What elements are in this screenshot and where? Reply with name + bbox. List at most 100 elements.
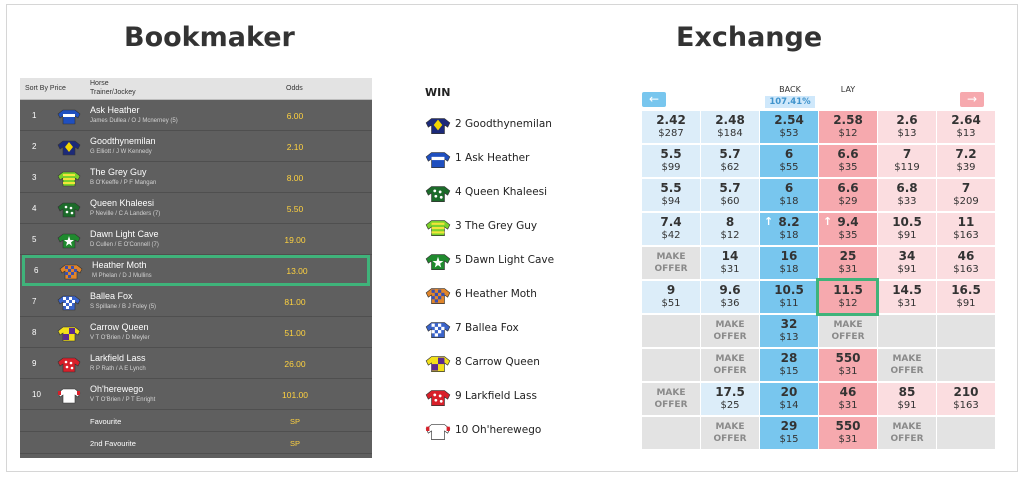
make-offer-cell[interactable]: MAKE OFFER [701, 349, 759, 381]
lay-price-cell[interactable]: 10.5 $91 [878, 213, 936, 245]
odds-button[interactable]: 19.00 [260, 235, 330, 245]
stake-amount: $31 [838, 366, 858, 377]
bookmaker-row[interactable]: 5 Dawn Light Cave D Cullen / E O'Connell (… [20, 224, 372, 255]
bookmaker-row[interactable]: 1 Ask Heather James Dullea / O J Mcnerney … [20, 100, 372, 131]
back-price-cell[interactable]: 5.5 $99 [642, 145, 700, 177]
make-offer-cell[interactable]: MAKE OFFER [878, 349, 936, 381]
odds-button[interactable]: 8.00 [260, 173, 330, 183]
price: 11 [957, 215, 975, 229]
back-price-cell[interactable]: 6 $55 [760, 145, 818, 177]
back-price-cell[interactable]: 32 $13 [760, 315, 818, 347]
bookmaker-row[interactable]: 3 The Grey Guy B O'Keeffe / P F Mangan 8.00 [20, 162, 372, 193]
bookmaker-row[interactable]: 6 Heather Moth M Phelan / D J Mullins 13.00 [22, 255, 370, 286]
lay-price-cell[interactable]: 11 $163 [937, 213, 995, 245]
trainer-jockey: James Dullea / O J Mcnerney (5) [90, 118, 178, 124]
back-price-cell[interactable]: ↑ 8.2 $18 [760, 213, 818, 245]
scroll-right-button[interactable]: → [960, 92, 984, 107]
sp-odds-button[interactable]: SP [260, 417, 330, 426]
back-price-cell[interactable]: 28 $15 [760, 349, 818, 381]
lay-price-cell[interactable]: 16.5 $91 [937, 281, 995, 313]
make-offer-cell[interactable]: MAKE OFFER [819, 315, 877, 347]
stake-amount: $31 [838, 400, 858, 411]
lay-price-cell[interactable]: 6.6 $29 [819, 179, 877, 211]
back-price-cell[interactable]: 10.5 $11 [760, 281, 818, 313]
make-offer-cell[interactable]: MAKE OFFER [642, 247, 700, 279]
empty-price-cell[interactable] [642, 417, 700, 449]
lay-price-cell[interactable]: 14.5 $31 [878, 281, 936, 313]
lay-price-cell[interactable]: 6.8 $33 [878, 179, 936, 211]
back-price-cell[interactable]: 20 $14 [760, 383, 818, 415]
make-offer-cell[interactable]: MAKE OFFER [878, 417, 936, 449]
lay-price-cell[interactable]: 550 $31 [819, 349, 877, 381]
odds-button[interactable]: 5.50 [260, 204, 330, 214]
lay-price-cell[interactable]: 210 $163 [937, 383, 995, 415]
odds-button[interactable]: 13.00 [262, 266, 332, 276]
empty-price-cell[interactable] [642, 315, 700, 347]
back-price-cell[interactable]: 7.4 $42 [642, 213, 700, 245]
stake-amount: $13 [956, 128, 976, 139]
bookmaker-row[interactable]: 8 Carrow Queen V T O'Brien / D Meyler 51.00 [20, 317, 372, 348]
odds-button[interactable]: 26.00 [260, 359, 330, 369]
price: 46 [839, 385, 857, 399]
odds-button[interactable]: 2.10 [260, 142, 330, 152]
empty-price-cell[interactable] [937, 315, 995, 347]
empty-price-cell[interactable] [878, 315, 936, 347]
empty-price-cell[interactable] [937, 349, 995, 381]
odds-button[interactable]: 6.00 [260, 111, 330, 121]
back-price-cell[interactable]: 2.42 $287 [642, 111, 700, 143]
lay-price-cell[interactable]: 46 $31 [819, 383, 877, 415]
lay-price-cell[interactable]: 25 $31 [819, 247, 877, 279]
sp-odds-button[interactable]: SP [260, 439, 330, 448]
price: 2.54 [774, 113, 804, 127]
lay-price-cell[interactable]: 34 $91 [878, 247, 936, 279]
odds-button[interactable]: 51.00 [260, 328, 330, 338]
horse-name: Larkfield Lass [90, 353, 146, 363]
back-price-cell[interactable]: 2.48 $184 [701, 111, 759, 143]
back-price-cell[interactable]: 5.7 $60 [701, 179, 759, 211]
make-offer-cell[interactable]: MAKE OFFER [701, 315, 759, 347]
price: 25 [839, 249, 857, 263]
back-price-cell[interactable]: 6 $18 [760, 179, 818, 211]
lay-price-cell[interactable]: 550 $31 [819, 417, 877, 449]
back-price-cell[interactable]: 5.5 $94 [642, 179, 700, 211]
lay-price-cell[interactable]: 2.58 $12 [819, 111, 877, 143]
lay-price-cell[interactable]: 2.64 $13 [937, 111, 995, 143]
bookmaker-row[interactable]: 10 Oh'herewego V T O'Brien / P T Enright 10… [20, 379, 372, 410]
odds-button[interactable]: 101.00 [260, 390, 330, 400]
make-offer-cell[interactable]: MAKE OFFER [642, 383, 700, 415]
price: 6.6 [837, 181, 859, 195]
lay-price-cell[interactable]: ↑ 9.4 $35 [819, 213, 877, 245]
empty-price-cell[interactable] [937, 417, 995, 449]
lay-price-cell[interactable]: 2.6 $13 [878, 111, 936, 143]
bookmaker-panel: Sort By Price Horse Trainer/Jockey Odds … [20, 78, 372, 458]
sort-by-price-header[interactable]: Sort By Price [25, 85, 66, 92]
lay-price-cell[interactable]: 7 $209 [937, 179, 995, 211]
market-label: 2nd Favourite [90, 439, 136, 448]
back-price-cell[interactable]: 8 $12 [701, 213, 759, 245]
back-price-cell[interactable]: 17.5 $25 [701, 383, 759, 415]
bookmaker-row[interactable]: 2 Goodthynemilan G Elliott / J W Kennedy 2.… [20, 131, 372, 162]
back-price-cell[interactable]: 2.54 $53 [760, 111, 818, 143]
runner-number: 2 [32, 142, 37, 151]
bookmaker-extra-row[interactable]: 2nd Favourite SP [20, 432, 372, 454]
lay-price-cell[interactable]: 6.6 $35 [819, 145, 877, 177]
bookmaker-extra-row[interactable]: Favourite SP [20, 410, 372, 432]
bookmaker-row[interactable]: 7 Ballea Fox S Spillane / B J Foley (5) 81.… [20, 286, 372, 317]
back-price-cell[interactable]: 14 $31 [701, 247, 759, 279]
back-price-cell[interactable]: 9 $51 [642, 281, 700, 313]
make-offer-cell[interactable]: MAKE OFFER [701, 417, 759, 449]
bookmaker-row[interactable]: 9 Larkfield Lass R P Rath / A E Lynch 26.00 [20, 348, 372, 379]
lay-price-cell[interactable]: 7 $119 [878, 145, 936, 177]
bookmaker-row[interactable]: 4 Queen Khaleesi P Neville / C A Landers (… [20, 193, 372, 224]
empty-price-cell[interactable] [642, 349, 700, 381]
lay-price-cell[interactable]: 7.2 $39 [937, 145, 995, 177]
back-price-cell[interactable]: 9.6 $36 [701, 281, 759, 313]
back-price-cell[interactable]: 29 $15 [760, 417, 818, 449]
runner-number: 4 [32, 204, 37, 213]
back-price-cell[interactable]: 16 $18 [760, 247, 818, 279]
scroll-left-button[interactable]: ← [642, 92, 666, 107]
odds-button[interactable]: 81.00 [260, 297, 330, 307]
lay-price-cell[interactable]: 85 $91 [878, 383, 936, 415]
lay-price-cell[interactable]: 46 $163 [937, 247, 995, 279]
back-price-cell[interactable]: 5.7 $62 [701, 145, 759, 177]
